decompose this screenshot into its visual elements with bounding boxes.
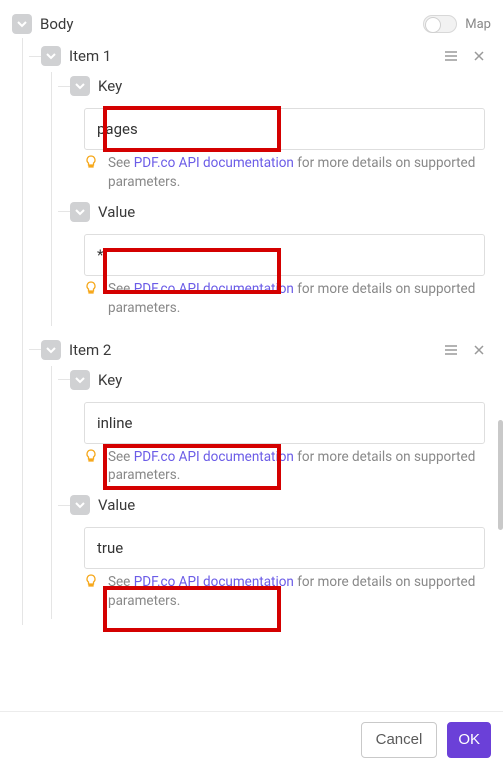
collapse-item1-icon[interactable]: [41, 46, 61, 66]
value1-input[interactable]: [84, 234, 485, 276]
tree-connector: [58, 86, 70, 87]
menu-icon[interactable]: [443, 48, 459, 64]
tree-connector: [29, 349, 41, 350]
key2-label: Key: [98, 371, 122, 389]
value2-label: Value: [98, 496, 135, 514]
map-label: Map: [465, 17, 491, 32]
collapse-key2-icon[interactable]: [70, 370, 90, 390]
close-icon[interactable]: [471, 342, 487, 358]
body-label: Body: [40, 15, 73, 33]
tree-connector: [29, 56, 41, 57]
hint-text: See PDF.co API documentation for more de…: [108, 573, 485, 611]
lightbulb-icon: [84, 281, 100, 301]
hint-text: See PDF.co API documentation for more de…: [108, 154, 485, 192]
value2-input[interactable]: [84, 527, 485, 569]
collapse-value1-icon[interactable]: [70, 202, 90, 222]
key1-input[interactable]: [84, 108, 485, 150]
collapse-body-icon[interactable]: [12, 14, 32, 34]
lightbulb-icon: [84, 155, 100, 175]
collapse-item2-icon[interactable]: [41, 340, 61, 360]
doc-link[interactable]: PDF.co API documentation: [134, 574, 294, 590]
item1-title: Item 1: [69, 47, 111, 65]
ok-button[interactable]: OK: [447, 722, 491, 758]
lightbulb-icon: [84, 574, 100, 594]
key2-input[interactable]: [84, 402, 485, 444]
scrollbar-thumb[interactable]: [498, 420, 503, 530]
key1-label: Key: [98, 77, 122, 95]
tree-connector: [58, 211, 70, 212]
map-toggle[interactable]: [423, 15, 457, 33]
item2-title: Item 2: [69, 341, 111, 359]
tree-connector: [58, 379, 70, 380]
hint-text: See PDF.co API documentation for more de…: [108, 448, 485, 486]
tree-connector: [58, 505, 70, 506]
cancel-button[interactable]: Cancel: [361, 722, 438, 758]
lightbulb-icon: [84, 449, 100, 469]
collapse-key1-icon[interactable]: [70, 76, 90, 96]
doc-link[interactable]: PDF.co API documentation: [134, 449, 294, 465]
hint-text: See PDF.co API documentation for more de…: [108, 280, 485, 318]
doc-link[interactable]: PDF.co API documentation: [134, 155, 294, 171]
close-icon[interactable]: [471, 48, 487, 64]
doc-link[interactable]: PDF.co API documentation: [134, 281, 294, 297]
collapse-value2-icon[interactable]: [70, 495, 90, 515]
menu-icon[interactable]: [443, 342, 459, 358]
value1-label: Value: [98, 203, 135, 221]
